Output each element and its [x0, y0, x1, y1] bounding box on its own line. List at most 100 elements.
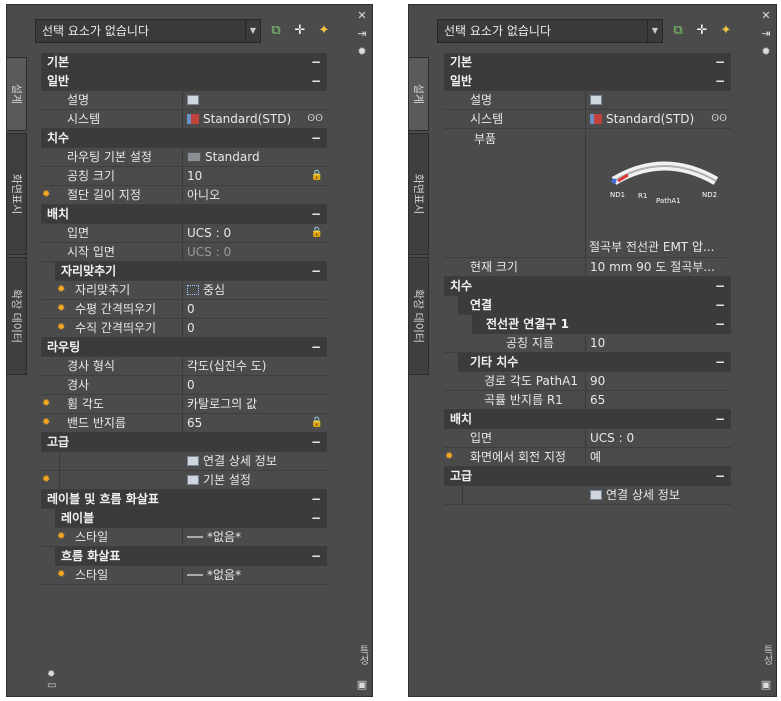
properties-palette-left: 설계 화면표시 확장 데이터 선택 요소가 없습니다 ▼ ⧉ ✛ ✦ 기본 − 일… [6, 4, 373, 697]
line-style-icon [187, 574, 203, 576]
system-icon [590, 114, 602, 124]
palette-titlebar: ✕ ⇥ ✹ 특성 ▣ [756, 5, 776, 696]
prop-current-size[interactable]: 현재 크기 10 mm 90 도 절곡부... [444, 258, 731, 277]
palette-tabs: 설계 화면표시 확장 데이터 [409, 57, 429, 377]
lock-icon[interactable]: 🔒 [311, 167, 323, 185]
document-icon [590, 95, 602, 105]
close-icon[interactable]: ✕ [759, 9, 773, 23]
prop-bend-angle[interactable]: ✹ 휨 각도 카탈로그의 값 [41, 395, 327, 414]
binoculars-icon[interactable]: ʘʘ [307, 110, 323, 128]
preview-label-nd2: ND2 [702, 191, 717, 199]
prop-system[interactable]: 시스템 Standard(STD) ʘʘ [444, 110, 731, 129]
chevron-down-icon[interactable]: ▼ [245, 20, 260, 42]
prop-path-angle[interactable]: 경로 각도 PathA1 90 [444, 372, 731, 391]
prop-nominal-size[interactable]: 공칭 크기 10 🔒 [41, 167, 327, 186]
palette-icon[interactable]: ▣ [759, 678, 773, 692]
collapse-icon[interactable]: − [311, 72, 321, 90]
prop-label-style[interactable]: ✹ 스타일 *없음* [41, 528, 327, 547]
tab-display[interactable]: 화면표시 [7, 133, 27, 255]
preview-label-r1: R1 [638, 192, 647, 200]
category-basic[interactable]: 기본 − [41, 53, 327, 72]
auto-hide-icon[interactable]: ⇥ [355, 27, 369, 41]
chevron-down-icon[interactable]: ▼ [647, 20, 662, 42]
palette-titlebar: ✕ ⇥ ✹ 특성 ▣ [352, 5, 372, 696]
prop-nominal-diameter[interactable]: 공칭 지름 10 [444, 334, 731, 353]
category-labels-flow-arrows[interactable]: 레이블 및 흐름 화살표 − [41, 490, 327, 509]
quick-select-icon[interactable]: ⧉ [267, 22, 285, 40]
category-flow-arrow[interactable]: 흐름 화살표 − [55, 547, 327, 566]
palette-icon[interactable]: ▣ [355, 678, 369, 692]
prop-specify-cut-length[interactable]: ✹ 절단 길이 지정 아니오 [41, 186, 327, 205]
category-connection[interactable]: 연결 − [458, 296, 731, 315]
tab-design[interactable]: 설계 [7, 57, 27, 131]
prop-connection-details[interactable]: 연결 상세 정보 [444, 486, 731, 505]
document-icon [590, 490, 602, 500]
prop-elevation[interactable]: 입면 UCS : 0 [444, 429, 731, 448]
select-objects-icon[interactable]: ✛ [291, 22, 309, 40]
document-icon [187, 95, 199, 105]
category-general[interactable]: 일반 − [41, 72, 327, 91]
gear-icon[interactable]: ✹ [759, 45, 773, 59]
asterisk-icon: ✹ [42, 189, 51, 200]
prop-description[interactable]: 설명 [444, 91, 731, 110]
document-icon [187, 475, 199, 485]
category-placement[interactable]: 배치 − [444, 410, 731, 429]
category-advanced[interactable]: 고급 − [444, 467, 731, 486]
category-routing[interactable]: 라우팅 − [41, 338, 327, 357]
document-icon [187, 456, 199, 466]
prop-justification[interactable]: ✹ 자리맞추기 중심 [41, 281, 327, 300]
prop-slope[interactable]: 경사 0 [41, 376, 327, 395]
selection-dropdown[interactable]: 선택 요소가 없습니다 ▼ [437, 19, 663, 43]
tab-extended-data[interactable]: 확장 데이터 [7, 257, 27, 375]
prop-specify-rotation[interactable]: ✹ 화면에서 회전 지정 예 [444, 448, 731, 467]
category-other-dimensions[interactable]: 기타 치수 − [458, 353, 731, 372]
prop-routing-preference[interactable]: 라우팅 기본 설정 Standard [41, 148, 327, 167]
line-style-icon [187, 536, 203, 538]
lock-icon[interactable]: 🔒 [311, 224, 323, 242]
prop-base-settings[interactable]: ✹ 기본 설정 [41, 471, 327, 490]
toggle-pickadd-icon[interactable]: ✦ [717, 22, 735, 40]
toggle-pickadd-icon[interactable]: ✦ [315, 22, 333, 40]
bend-preview-image: ND1 R1 PathA1 ND2 [610, 161, 719, 205]
category-dimensions[interactable]: 치수 − [444, 277, 731, 296]
select-objects-icon[interactable]: ✛ [693, 22, 711, 40]
prop-horizontal-offset[interactable]: ✹ 수평 간격띄우기 0 [41, 300, 327, 319]
palette-tabs: 설계 화면표시 확장 데이터 [7, 57, 27, 377]
property-grid: 기본 − 일반 − 설명 시스템 Standard(STD) ʘʘ 부품 ND1 R1 … [444, 53, 731, 505]
prop-system[interactable]: 시스템 Standard(STD) ʘʘ [41, 110, 327, 129]
category-label[interactable]: 레이블 − [55, 509, 327, 528]
property-grid: 기본 − 일반 − 설명 시스템 Standard(STD) ʘʘ 치수 − 라우팅 기본… [41, 53, 327, 585]
preview-label-patha1: PathA1 [656, 197, 681, 205]
quick-select-icon[interactable]: ⧉ [669, 22, 687, 40]
gear-icon[interactable]: ✹ [355, 45, 369, 59]
category-conduit-connector[interactable]: 전선관 연결구 1− [472, 315, 731, 334]
collapse-icon[interactable]: − [311, 53, 321, 71]
category-placement[interactable]: 배치 − [41, 205, 327, 224]
prop-bend-radius[interactable]: ✹ 밴드 반지름 65 🔒 [41, 414, 327, 433]
prop-slope-format[interactable]: 경사 형식 각도(십진수 도) [41, 357, 327, 376]
settings-icon[interactable]: ✹ ▭ [47, 669, 56, 691]
prop-description[interactable]: 설명 [41, 91, 327, 110]
category-advanced[interactable]: 고급 − [41, 433, 327, 452]
prop-bend-radius[interactable]: 곡률 반지름 R1 65 [444, 391, 731, 410]
prop-part-preview[interactable]: 부품 ND1 R1 PathA1 ND2 절곡부 전선관 EMT 압... [444, 129, 731, 258]
auto-hide-icon[interactable]: ⇥ [759, 27, 773, 41]
category-dimensions[interactable]: 치수 − [41, 129, 327, 148]
tab-extended-data[interactable]: 확장 데이터 [409, 257, 429, 375]
lock-icon[interactable]: 🔒 [311, 414, 323, 432]
tab-display[interactable]: 화면표시 [409, 133, 429, 255]
prop-elevation[interactable]: 입면 UCS : 0 🔒 [41, 224, 327, 243]
category-general[interactable]: 일반 − [444, 72, 731, 91]
prop-connection-details[interactable]: 연결 상세 정보 [41, 452, 327, 471]
prop-flow-style[interactable]: ✹ 스타일 *없음* [41, 566, 327, 585]
tab-design[interactable]: 설계 [409, 57, 429, 131]
node-marker [611, 178, 617, 184]
prop-vertical-offset[interactable]: ✹ 수직 간격띄우기 0 [41, 319, 327, 338]
preview-label-nd1: ND1 [610, 191, 625, 199]
category-basic[interactable]: 기본 − [444, 53, 731, 72]
binoculars-icon[interactable]: ʘʘ [711, 110, 727, 128]
close-icon[interactable]: ✕ [355, 9, 369, 23]
selection-dropdown[interactable]: 선택 요소가 없습니다 ▼ [35, 19, 261, 43]
category-justification[interactable]: 자리맞추기 − [55, 262, 327, 281]
justification-grid-icon [187, 285, 199, 295]
